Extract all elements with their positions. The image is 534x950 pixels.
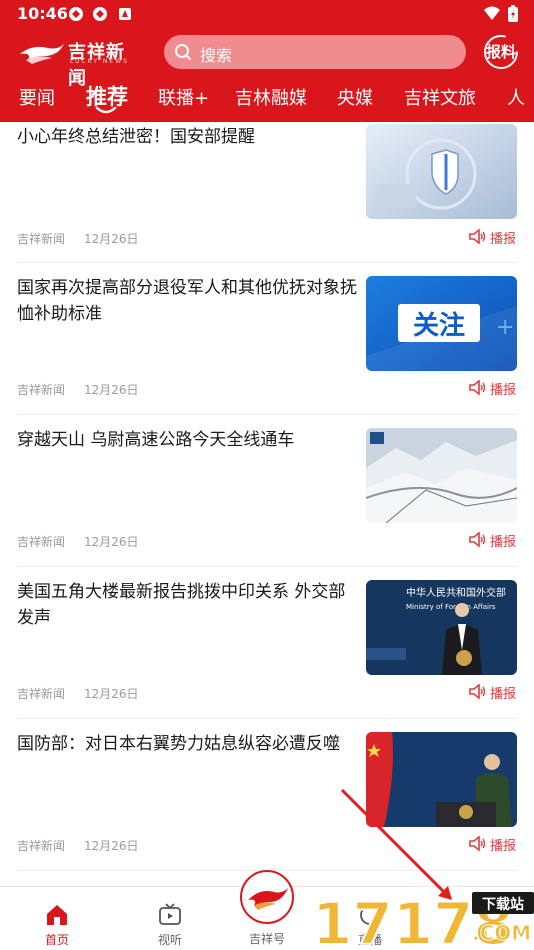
list-item[interactable]: 国家再次提高部分退役军人和其他优抚对象抚恤补助标准 关注 + 吉祥新闻 12月2…: [0, 263, 534, 415]
nav-jixiang-center-button[interactable]: [240, 870, 294, 924]
status-time: 10:46: [17, 4, 68, 23]
tab-people[interactable]: 人: [507, 84, 525, 110]
news-title: 国家再次提高部分退役军人和其他优抚对象抚恤补助标准: [17, 278, 357, 324]
broadcast-button[interactable]: 播报: [469, 835, 519, 854]
nav-jixiang-label: 吉祥号: [248, 932, 285, 946]
tab-central-media[interactable]: 央媒: [337, 84, 373, 110]
news-date: 12月26日: [84, 687, 139, 701]
svg-text:+: +: [496, 315, 514, 340]
list-item[interactable]: 国防部：对日本右翼势力姑息纵容必遭反噬 吉祥新闻 12月26日 播报: [0, 719, 534, 871]
broadcast-label: 播报: [490, 535, 517, 550]
tab-culture-travel[interactable]: 吉祥文旅: [404, 84, 476, 110]
news-source: 吉祥新闻: [17, 535, 66, 549]
news-source: 吉祥新闻: [17, 839, 66, 853]
broadcast-label: 播报: [490, 839, 517, 854]
watermark-graphic: 17178 下载站 .COM: [311, 889, 534, 950]
watermark-domain: .COM: [472, 921, 531, 945]
logo-bird-icon: [20, 44, 64, 64]
tv-icon: [159, 903, 181, 925]
speaker-icon: [469, 532, 486, 547]
news-date: 12月26日: [84, 839, 139, 853]
battery-icon: [508, 5, 518, 22]
report-button[interactable]: 报料: [483, 34, 519, 70]
active-tab-indicator: [95, 106, 117, 114]
speaker-icon: [469, 229, 486, 244]
news-source: 吉祥新闻: [17, 687, 66, 701]
broadcast-label: 播报: [490, 383, 517, 398]
app-header: 10:46 吉祥新闻 LUCKY NEWS 搜索 报料 要闻 推荐 联播+ 吉林…: [0, 0, 534, 122]
speaker-icon: [469, 380, 486, 395]
broadcast-button[interactable]: 播报: [469, 531, 519, 550]
list-item[interactable]: 小心年终总结泄密！国安部提醒 吉祥新闻 12月26日 播报: [0, 122, 534, 254]
news-title: 国防部：对日本右翼势力姑息纵容必遭反噬: [17, 734, 340, 754]
news-date: 12月26日: [84, 383, 139, 397]
search-placeholder: 搜索: [200, 46, 233, 65]
news-list: 小心年终总结泄密！国安部提醒 吉祥新闻 12月26日 播报 国家再次提高部分退役…: [0, 122, 534, 886]
broadcast-button[interactable]: 播报: [469, 379, 519, 398]
watermark: 17178 下载站 .COM: [311, 884, 534, 950]
status-bar: 10:46: [0, 0, 534, 30]
search-input[interactable]: 搜索: [164, 35, 466, 69]
broadcast-label: 播报: [490, 232, 517, 247]
news-title: 小心年终总结泄密！国安部提醒: [17, 127, 255, 147]
broadcast-label: 播报: [490, 687, 517, 702]
speaker-icon: [469, 836, 486, 851]
speaker-icon: [469, 684, 486, 699]
thumb-subtext: Ministry of Foreign Affairs: [406, 603, 496, 611]
app-notify-icon: [119, 8, 131, 20]
news-thumbnail: 关注 +: [366, 276, 517, 371]
news-source: 吉祥新闻: [17, 383, 66, 397]
thumb-text: 中华人民共和国外交部: [406, 586, 506, 599]
broadcast-button[interactable]: 播报: [469, 228, 519, 247]
tab-yaowen[interactable]: 要闻: [19, 84, 55, 110]
wifi-icon: [484, 6, 500, 20]
tab-lianbo[interactable]: 联播+: [158, 84, 209, 110]
home-icon: [47, 905, 67, 925]
news-thumbnail: [366, 732, 517, 827]
news-date: 12月26日: [84, 232, 139, 246]
news-title: 穿越天山 乌尉高速公路今天全线通车: [17, 430, 295, 450]
broadcast-button[interactable]: 播报: [469, 683, 519, 702]
notification-icon: [93, 7, 107, 21]
nav-video[interactable]: 视听: [130, 887, 210, 950]
thumb-text: 关注: [413, 310, 465, 341]
nav-home[interactable]: 首页: [17, 887, 97, 950]
list-item[interactable]: 穿越天山 乌尉高速公路今天全线通车 吉祥新闻 12月26日 播报: [0, 415, 534, 567]
logo-bird-icon: [248, 888, 288, 910]
news-date: 12月26日: [84, 535, 139, 549]
news-source: 吉祥新闻: [17, 232, 66, 246]
logo-subtext: LUCKY NEWS: [70, 58, 129, 65]
news-thumbnail: [366, 124, 517, 219]
news-thumbnail: [366, 428, 517, 523]
app-logo: 吉祥新闻 LUCKY NEWS: [18, 38, 133, 89]
channel-tabs: 要闻 推荐 联播+ 吉林融媒 央媒 吉祥文旅 人: [0, 78, 534, 118]
news-thumbnail: 中华人民共和国外交部 Ministry of Foreign Affairs: [366, 580, 517, 675]
notification-icon: [69, 7, 83, 21]
watermark-sub: 下载站: [482, 896, 524, 913]
report-label: 报料: [485, 43, 516, 61]
list-item[interactable]: 美国五角大楼最新报告挑拨中印关系 外交部发声 中华人民共和国外交部 Minist…: [0, 567, 534, 719]
news-title: 美国五角大楼最新报告挑拨中印关系 外交部发声: [17, 582, 346, 628]
nav-home-label: 首页: [44, 933, 69, 947]
nav-video-label: 视听: [157, 933, 182, 947]
tab-jilin-media[interactable]: 吉林融媒: [235, 84, 307, 110]
search-icon: [175, 44, 191, 60]
